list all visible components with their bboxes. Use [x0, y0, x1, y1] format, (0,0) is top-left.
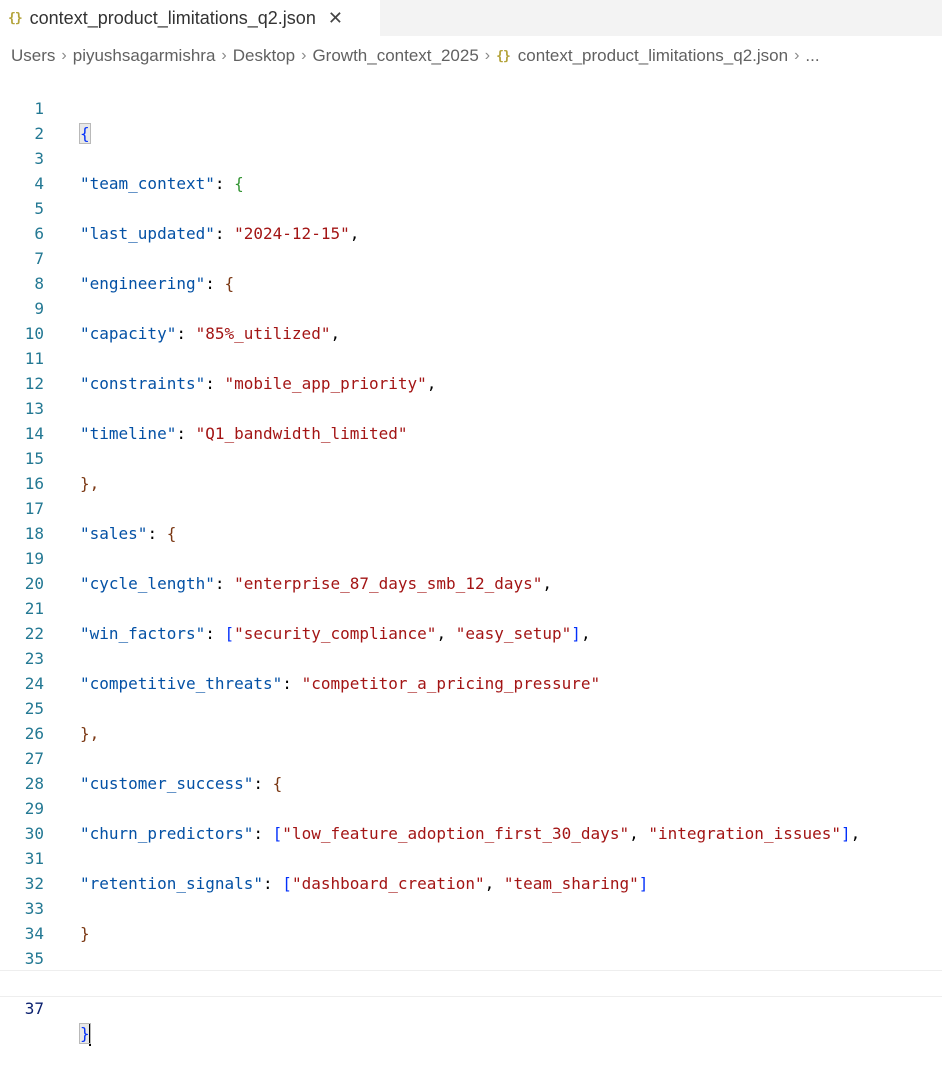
close-icon[interactable]: ✕: [328, 8, 343, 29]
code-line[interactable]: 22: [0, 596, 942, 643]
code-line[interactable]: 25 },: [0, 671, 942, 743]
tab-bar: {} context_product_limitations_q2.json ✕: [0, 0, 942, 36]
breadcrumb-item-symbols[interactable]: ...: [805, 46, 819, 66]
code-line[interactable]: 16: [0, 446, 942, 493]
tab-label: context_product_limitations_q2.json: [29, 7, 316, 28]
json-file-icon: {}: [8, 10, 23, 26]
chevron-right-icon: ›: [221, 47, 227, 64]
code-line[interactable]: 12: [0, 346, 942, 393]
code-line[interactable]: 28: [0, 746, 942, 793]
breadcrumb-item-folder[interactable]: Growth_context_2025: [312, 46, 478, 66]
code-line-current[interactable]: 37 }: [0, 970, 942, 1046]
code-text: }: [79, 1021, 91, 1046]
chevron-right-icon: ›: [794, 47, 800, 64]
code-line[interactable]: 15 },: [0, 421, 942, 493]
code-line[interactable]: 27 "customer_success": {: [0, 721, 942, 793]
code-line[interactable]: 19 "cycle_length": "enterprise_87_days_s…: [0, 521, 942, 593]
breadcrumb: Users › piyushsagarmishra › Desktop › Gr…: [0, 42, 942, 70]
code-line[interactable]: 32: [0, 846, 942, 893]
code-line[interactable]: 33 }: [0, 871, 942, 943]
breadcrumb-item-user[interactable]: piyushsagarmishra: [73, 46, 216, 66]
code-line[interactable]: 31 "retention_signals": ["dashboard_crea…: [0, 821, 942, 893]
code-line[interactable]: 30: [0, 796, 942, 843]
breadcrumb-item-desktop[interactable]: Desktop: [233, 46, 295, 66]
code-line[interactable]: 35 }: [0, 921, 942, 993]
code-line[interactable]: 14: [0, 396, 942, 443]
code-line[interactable]: 9 "capacity": "85%_utilized",: [0, 271, 942, 343]
code-line[interactable]: 21 "win_factors": ["security_compliance"…: [0, 571, 942, 643]
code-line[interactable]: 24: [0, 646, 942, 693]
text-cursor: [88, 1023, 91, 1046]
chevron-right-icon: ›: [484, 47, 491, 64]
breadcrumb-item-users[interactable]: Users: [11, 46, 55, 66]
code-line[interactable]: 34: [0, 896, 942, 943]
code-line[interactable]: 26: [0, 696, 942, 743]
code-line[interactable]: 1 {: [0, 71, 942, 144]
code-line[interactable]: 23 "competitive_threats": "competitor_a_…: [0, 621, 942, 693]
chevron-right-icon: ›: [301, 47, 307, 64]
code-line[interactable]: 2: [0, 96, 942, 143]
code-line[interactable]: 20: [0, 546, 942, 593]
code-line[interactable]: 5 "last_updated": "2024-12-15",: [0, 171, 942, 243]
line-number: 37: [24, 999, 44, 1018]
json-file-icon: {}: [496, 48, 511, 64]
code-line[interactable]: 13 "timeline": "Q1_bandwidth_limited": [0, 371, 942, 443]
chevron-right-icon: ›: [61, 47, 67, 64]
code-line[interactable]: 3 "team_context": {: [0, 121, 942, 193]
code-line[interactable]: 10: [0, 296, 942, 343]
editor-tab[interactable]: {} context_product_limitations_q2.json ✕: [0, 0, 380, 36]
code-line[interactable]: 36: [0, 946, 942, 993]
code-line[interactable]: 6: [0, 196, 942, 243]
code-line[interactable]: 11 "constraints": "mobile_app_priority",: [0, 321, 942, 393]
code-line[interactable]: 18: [0, 496, 942, 543]
code-line[interactable]: 29 "churn_predictors": ["low_feature_ado…: [0, 771, 942, 843]
code-line[interactable]: 8: [0, 246, 942, 293]
breadcrumb-item-file[interactable]: context_product_limitations_q2.json: [518, 46, 788, 66]
code-line[interactable]: 7 "engineering": {: [0, 221, 942, 293]
code-line[interactable]: 17 "sales": {: [0, 471, 942, 543]
code-line[interactable]: 4: [0, 146, 942, 193]
